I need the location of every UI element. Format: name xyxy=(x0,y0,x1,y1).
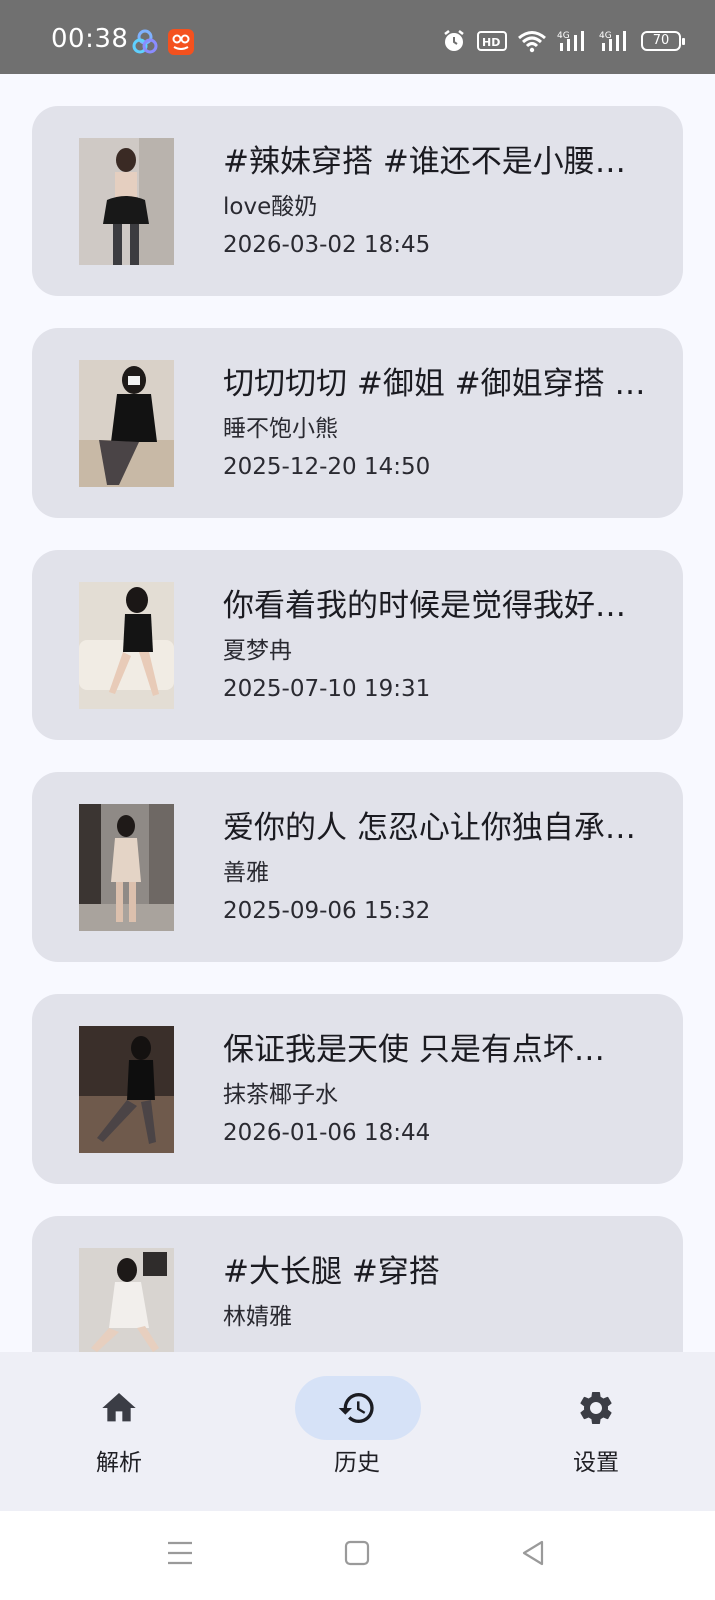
history-card[interactable]: 你看着我的时候是觉得我好… 夏梦冉 2025-07-10 19:31 xyxy=(32,550,683,740)
signal-4g-icon: 4G xyxy=(557,31,584,51)
video-title: 你看着我的时候是觉得我好… xyxy=(223,588,626,624)
home-icon xyxy=(102,1393,136,1422)
history-card[interactable]: 保证我是天使 只是有点坏… 抹茶椰子水 2026-01-06 18:44 xyxy=(32,994,683,1184)
status-time: 00:38 xyxy=(51,24,129,54)
battery-icon: 70 xyxy=(641,31,685,51)
history-list[interactable]: #辣妹穿搭 #谁还不是小腰精… love酸奶 2026-03-02 18:45 … xyxy=(0,74,715,1352)
history-card[interactable]: 切切切切 #御姐 #御姐穿搭 #… 睡不饱小熊 2025-12-20 14:50 xyxy=(32,328,683,518)
author-name: 林婧雅 xyxy=(223,1304,292,1330)
nav-item-parse[interactable]: 解析 xyxy=(0,1352,238,1511)
video-title: 保证我是天使 只是有点坏… xyxy=(223,1032,605,1068)
video-thumbnail xyxy=(79,1248,174,1352)
video-title: #辣妹穿搭 #谁还不是小腰精… xyxy=(223,144,653,180)
nav-label: 设置 xyxy=(573,1450,619,1476)
saved-date: 2026-03-02 18:45 xyxy=(223,232,431,258)
video-thumbnail xyxy=(79,1026,174,1153)
home-square-icon[interactable] xyxy=(337,1533,377,1573)
system-navigation-bar xyxy=(0,1511,715,1600)
saved-date: 2026-01-06 18:44 xyxy=(223,1120,431,1146)
alarm-icon xyxy=(444,30,464,51)
nav-label: 历史 xyxy=(334,1450,380,1476)
video-title: 爱你的人 怎忍心让你独自承… xyxy=(223,810,636,846)
svg-text:HD: HD xyxy=(482,36,500,49)
bottom-navigation: 解析 历史 设置 xyxy=(0,1352,715,1511)
video-thumbnail xyxy=(79,582,174,709)
history-card[interactable]: 爱你的人 怎忍心让你独自承… 善雅 2025-09-06 15:32 xyxy=(32,772,683,962)
menu-icon[interactable] xyxy=(160,1533,200,1573)
status-bar: 00:38 HD 4G 4G 70 xyxy=(0,0,715,74)
author-name: 抹茶椰子水 xyxy=(223,1082,338,1108)
history-icon xyxy=(338,1393,374,1423)
video-title: 切切切切 #御姐 #御姐穿搭 #… xyxy=(223,366,653,402)
hd-voice-icon: HD xyxy=(477,31,507,51)
signal-4g-icon: 4G xyxy=(599,31,626,51)
back-triangle-icon[interactable] xyxy=(514,1533,554,1573)
author-name: 善雅 xyxy=(223,860,269,886)
nav-item-settings[interactable]: 设置 xyxy=(477,1352,715,1511)
saved-date: 2025-12-20 14:50 xyxy=(223,454,431,480)
saved-date: 2025-09-06 15:32 xyxy=(223,898,431,924)
video-thumbnail xyxy=(79,804,174,931)
app-icon xyxy=(132,29,158,54)
video-thumbnail xyxy=(79,360,174,487)
history-card[interactable]: #大长腿 #穿搭 林婧雅 xyxy=(32,1216,683,1352)
saved-date: 2025-07-10 19:31 xyxy=(223,676,431,702)
nav-item-history[interactable]: 历史 xyxy=(238,1352,476,1511)
video-thumbnail xyxy=(79,138,174,265)
author-name: 睡不饱小熊 xyxy=(223,416,338,442)
video-title: #大长腿 #穿搭 xyxy=(223,1254,440,1290)
author-name: 夏梦冉 xyxy=(223,638,292,664)
history-card[interactable]: #辣妹穿搭 #谁还不是小腰精… love酸奶 2026-03-02 18:45 xyxy=(32,106,683,296)
gear-icon xyxy=(580,1392,612,1424)
wifi-icon xyxy=(518,31,546,53)
app-icon xyxy=(168,29,194,55)
author-name: love酸奶 xyxy=(223,194,318,220)
status-icons: HD 4G 4G 70 xyxy=(441,26,685,56)
nav-label: 解析 xyxy=(96,1450,142,1476)
